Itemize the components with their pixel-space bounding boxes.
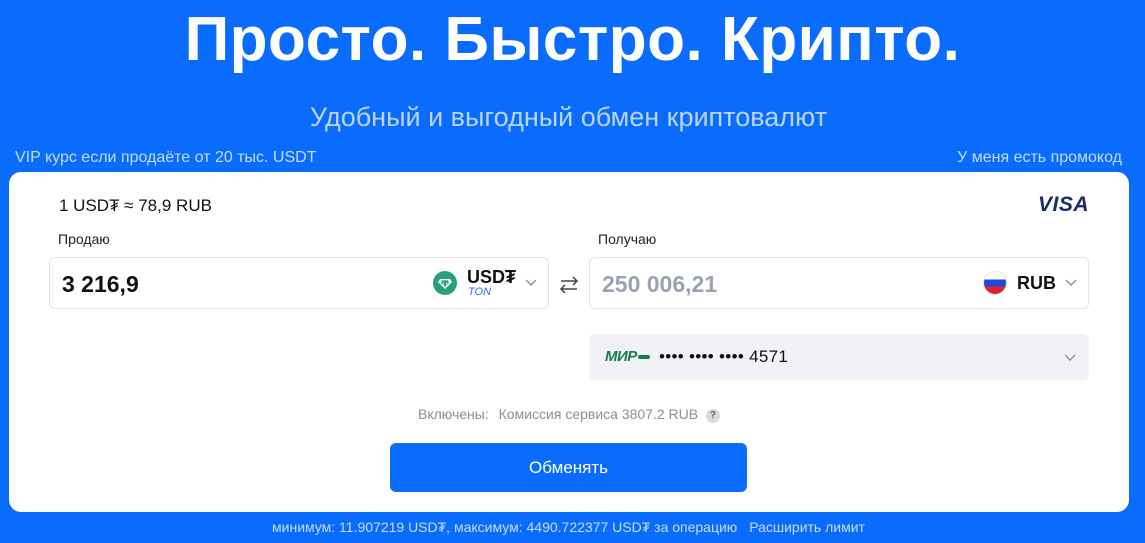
sell-network-label: TON	[468, 286, 492, 298]
chevron-down-icon	[1063, 349, 1077, 367]
help-icon[interactable]: ?	[705, 409, 720, 423]
sell-amount-input[interactable]: 3 216,9	[62, 270, 139, 298]
tether-icon	[433, 271, 457, 295]
get-label: Получаю	[598, 231, 657, 247]
sell-amount-field[interactable]: 3 216,9 USD₮ TON	[49, 257, 549, 309]
get-amount-field[interactable]: 250 006,21 RUB	[589, 257, 1089, 309]
sell-currency-select[interactable]: USD₮ TON	[433, 264, 538, 302]
exchange-button[interactable]: Обменять	[390, 443, 747, 492]
exchange-rate: 1 USD₮ ≈ 78,9 RUB	[59, 196, 212, 215]
russia-flag-icon	[983, 271, 1007, 295]
get-currency-select[interactable]: RUB	[983, 264, 1078, 302]
fee-label: Включены:	[418, 406, 489, 422]
limits-text: минимум: 11.907219 USD₮, максимум: 4490.…	[272, 519, 738, 535]
get-currency-code: RUB	[1017, 273, 1056, 293]
mir-logo: МИР	[605, 348, 650, 366]
hero-title: Просто. Быстро. Крипто.	[184, 5, 961, 74]
promo-code-link[interactable]: У меня есть промокод	[957, 148, 1122, 168]
limits-info: минимум: 11.907219 USD₮, максимум: 4490.…	[0, 518, 1137, 536]
vip-rate-link[interactable]: VIP курс если продаёте от 20 тыс. USDT	[15, 148, 316, 168]
get-amount-input[interactable]: 250 006,21	[602, 270, 717, 298]
chevron-down-icon	[524, 274, 538, 292]
sell-currency-code: USD₮	[467, 267, 516, 287]
fee-info: Включены: Комиссия сервиса 3807.2 RUB ?	[9, 405, 1129, 423]
card-number-mask: •••• •••• •••• 4571	[659, 347, 789, 366]
sell-label: Продаю	[58, 231, 110, 247]
hero-subtitle: Удобный и выгодный обмен криптовалют	[309, 102, 828, 132]
mir-logo-text: МИР	[605, 348, 637, 365]
payout-card-select[interactable]: МИР •••• •••• •••• 4571	[589, 334, 1089, 380]
fee-text: Комиссия сервиса 3807.2 RUB	[498, 406, 699, 422]
visa-logo: VISA	[1037, 193, 1089, 216]
exchange-card: 1 USD₮ ≈ 78,9 RUB VISA Продаю Получаю 3 …	[9, 172, 1129, 512]
raise-limit-link[interactable]: Расширить лимит	[749, 519, 865, 535]
chevron-down-icon	[1064, 274, 1078, 292]
swap-icon[interactable]	[556, 272, 582, 298]
